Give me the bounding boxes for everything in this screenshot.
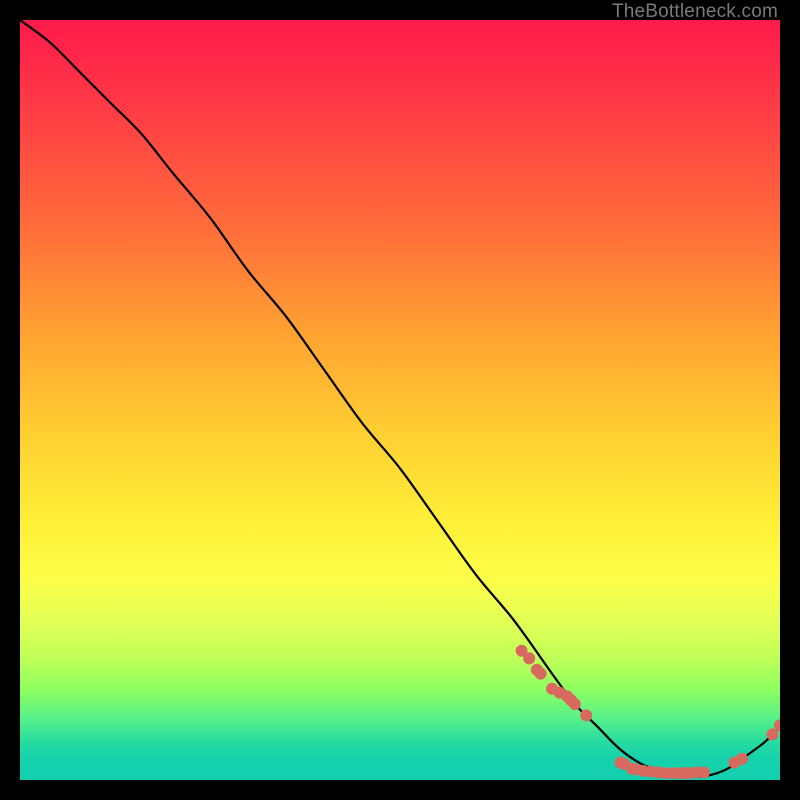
bottleneck-curve (20, 20, 780, 777)
sample-point (535, 668, 547, 680)
chart-overlay-svg (20, 20, 780, 780)
sample-point (736, 753, 748, 765)
sample-point (698, 766, 710, 778)
plot-area (20, 20, 780, 780)
sample-point (523, 652, 535, 664)
chart-stage: TheBottleneck.com (0, 0, 800, 800)
sample-points-group (516, 645, 780, 779)
sample-point (580, 709, 592, 721)
sample-point (569, 698, 581, 710)
